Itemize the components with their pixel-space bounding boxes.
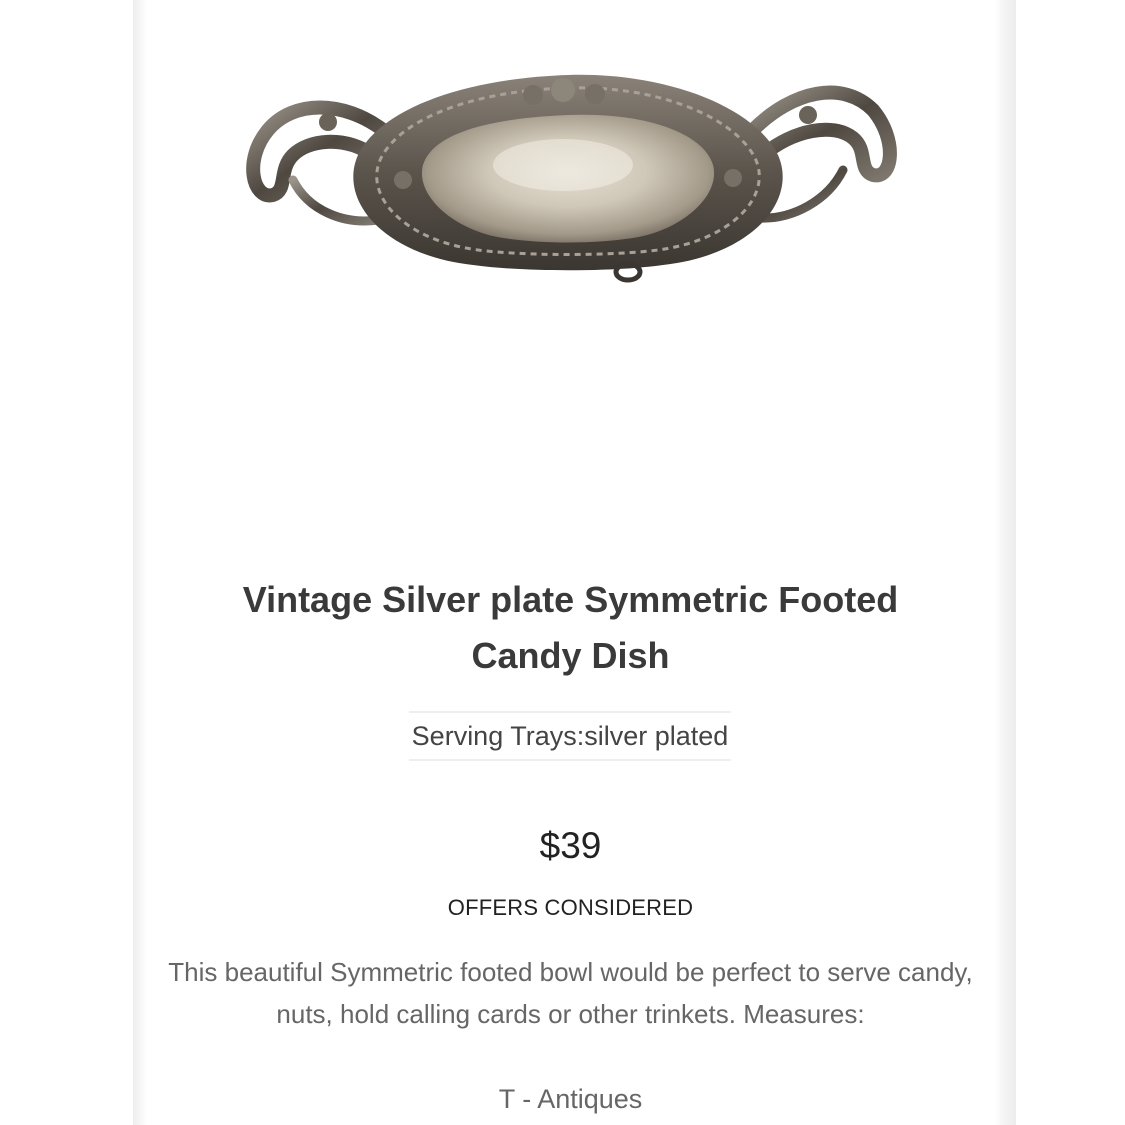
product-card: Vintage Silver plate Symmetric Footed Ca… xyxy=(147,0,994,1125)
category-link[interactable]: Serving Trays:silver plated xyxy=(409,711,731,761)
product-image[interactable] xyxy=(233,60,903,300)
product-description: This beautiful Symmetric footed bowl wou… xyxy=(168,957,973,1029)
right-page-shadow xyxy=(994,0,1016,1125)
product-price: $39 xyxy=(539,825,602,866)
left-page-shadow xyxy=(133,0,147,1125)
offers-note: OFFERS CONSIDERED xyxy=(447,895,694,920)
product-title: Vintage Silver plate Symmetric Footed Ca… xyxy=(242,579,899,676)
seller-link[interactable]: T - Antiques xyxy=(147,1080,994,1118)
